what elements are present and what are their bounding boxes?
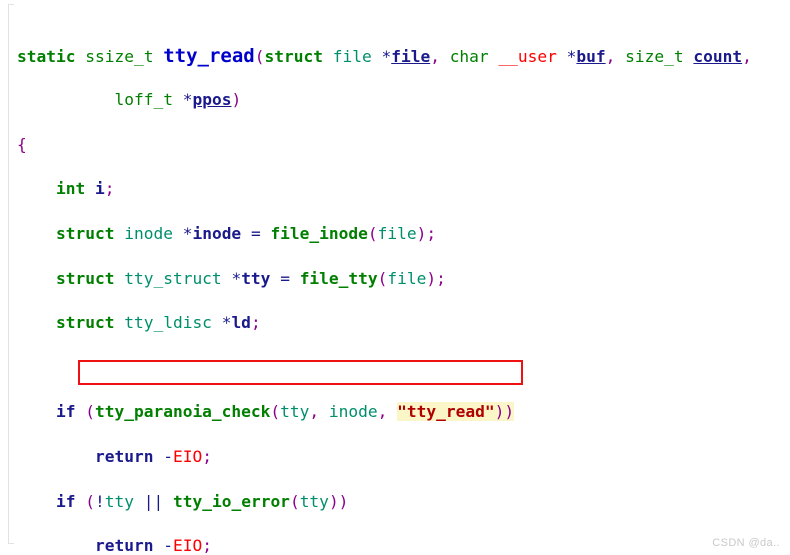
code-line: if (tty_paranoia_check(tty, inode, "tty_… xyxy=(55,402,515,422)
code-line: { xyxy=(17,134,27,154)
code-snippet-screenshot: static ssize_t tty_read(struct file *fil… xyxy=(0,0,790,555)
code-line: if (!tty || tty_io_error(tty)) xyxy=(55,491,349,511)
code-block-guide-top xyxy=(8,4,14,5)
code-line: struct tty_ldisc *ld; xyxy=(55,313,261,333)
code-line: int i; xyxy=(55,179,115,199)
code-line: struct tty_struct *tty = file_tty(file); xyxy=(55,268,446,288)
code-line: loff_t *ppos) xyxy=(114,90,242,110)
code-line: return -EIO; xyxy=(94,446,212,466)
source-code-block: static ssize_t tty_read(struct file *fil… xyxy=(17,0,752,555)
code-block-guide-bottom xyxy=(8,543,14,544)
code-line: return -EIO; xyxy=(94,536,212,555)
csdn-watermark: CSDN @da.. xyxy=(712,537,780,549)
code-line: struct inode *inode = file_inode(file); xyxy=(55,223,437,243)
code-line: static ssize_t tty_read(struct file *fil… xyxy=(17,44,752,67)
code-block-guide-line xyxy=(8,4,9,544)
